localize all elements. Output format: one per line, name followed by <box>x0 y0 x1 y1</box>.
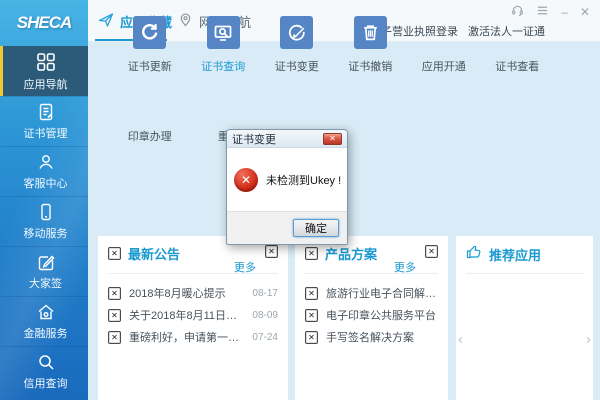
sidebar-item-customer-service[interactable]: 客服中心 <box>0 146 88 196</box>
sidebar-item-financial-services[interactable]: 金融服务 <box>0 296 88 346</box>
panel-title: 产品方案 <box>325 247 378 262</box>
announcement-text: 2018年8月暖心提示 <box>129 288 226 300</box>
smartphone-icon <box>36 202 56 222</box>
sidebar-item-label: 应用导航 <box>23 78 68 91</box>
sidebar-item-label: 金融服务 <box>23 328 68 340</box>
broken-image-icon: ✕ <box>108 286 121 300</box>
sidebar-item-credit-inquiry[interactable]: 信用查询 <box>0 346 88 396</box>
missing-icon <box>501 16 534 49</box>
bank-home-icon <box>36 302 56 322</box>
sidebar-item-label: 大家签 <box>29 278 62 290</box>
app-certificate-query[interactable]: 证书查询 <box>187 16 261 74</box>
sidebar-item-mobile-services[interactable]: 移动服务 <box>0 196 88 246</box>
carousel-prev-arrow[interactable]: ‹ <box>458 331 463 348</box>
panel-header: 推荐应用 <box>466 244 583 274</box>
refresh-icon <box>133 16 167 49</box>
product-item[interactable]: ✕ 旅游行业电子合同解决方案 <box>305 282 438 304</box>
broken-image-icon: ✕ <box>265 245 278 258</box>
close-icon[interactable]: ✕ <box>580 6 590 18</box>
sidebar-item-everyone-sign[interactable]: 大家签 <box>0 246 88 296</box>
panel-header: ✕ 最新公告 ✕ 更多 <box>108 244 278 274</box>
app-seal-handling[interactable]: 印章办理 <box>113 128 187 144</box>
sidebar-item-label: 证书管理 <box>23 128 68 140</box>
more-products-link[interactable]: 更多 <box>394 259 416 275</box>
dialog-footer: 确定 <box>227 211 347 244</box>
panel-header: ✕ 产品方案 ✕ 更多 <box>305 244 438 274</box>
panel-title: 最新公告 <box>128 247 181 262</box>
trash-icon <box>353 16 387 49</box>
panel-title: 推荐应用 <box>489 248 542 263</box>
dialog-title: 证书变更 <box>232 133 276 146</box>
grid-icon <box>35 51 57 73</box>
announcement-item[interactable]: ✕ 重磅利好，申请第一张法人一... 07-24 <box>108 326 278 348</box>
sidebar-item-app-navigation[interactable]: 应用导航 <box>0 46 88 96</box>
broken-image-icon: ✕ <box>305 247 318 260</box>
dialog-close-icon[interactable]: ✕ <box>323 132 342 145</box>
app-label: 应用开通 <box>421 61 466 73</box>
app-label: 证书更新 <box>127 61 172 73</box>
announcements-panel: ✕ 最新公告 ✕ 更多 ✕ 2018年8月暖心提示 08-17 ✕ 关于2018… <box>98 236 288 400</box>
broken-image-icon: ✕ <box>108 330 121 344</box>
app-logo: SHECA <box>0 0 88 46</box>
app-label: 印章办理 <box>127 131 172 143</box>
product-text: 电子印章公共服务平台 <box>326 310 436 322</box>
sidebar-item-certificate-management[interactable]: 证书管理 <box>0 96 88 146</box>
product-text: 手写签名解决方案 <box>326 332 414 344</box>
broken-image-icon: ✕ <box>108 308 121 322</box>
sidebar-item-label: 移动服务 <box>23 228 68 240</box>
sidebar-item-label: 信用查询 <box>23 378 68 390</box>
error-icon: ✕ <box>234 167 258 192</box>
ok-button[interactable]: 确定 <box>293 219 339 237</box>
app-certificate-view[interactable]: 证书查看 <box>481 16 555 74</box>
broken-image-icon: ✕ <box>305 286 318 300</box>
signature-pencil-icon <box>36 252 56 272</box>
app-application-activation[interactable]: 应用开通 <box>407 16 481 74</box>
broken-image-icon: ✕ <box>425 245 438 258</box>
announcement-date: 08-09 <box>252 309 278 321</box>
product-text: 旅游行业电子合同解决方案 <box>326 288 438 300</box>
more-announcements-link[interactable]: 更多 <box>234 259 256 275</box>
minimize-icon[interactable]: – <box>561 6 568 18</box>
logo-text: SHECA <box>16 13 73 32</box>
certificate-document-icon <box>36 102 56 122</box>
product-item[interactable]: ✕ 手写签名解决方案 <box>305 326 438 348</box>
announcement-date: 07-24 <box>252 331 278 343</box>
app-certificate-change[interactable]: 证书变更 <box>260 16 334 74</box>
announcement-item[interactable]: ✕ 2018年8月暖心提示 08-17 <box>108 282 278 304</box>
announcement-item[interactable]: ✕ 关于2018年8月11日系统升级... 08-09 <box>108 304 278 326</box>
broken-image-icon: ✕ <box>305 330 318 344</box>
product-item[interactable]: ✕ 电子印章公共服务平台 <box>305 304 438 326</box>
person-icon <box>36 152 56 172</box>
products-panel: ✕ 产品方案 ✕ 更多 ✕ 旅游行业电子合同解决方案 ✕ 电子印章公共服务平台 … <box>295 236 448 400</box>
app-label: 证书查看 <box>495 61 540 73</box>
dialog-body: ✕ 未检测到Ukey ! <box>227 148 347 211</box>
app-label: 证书撤销 <box>348 61 393 73</box>
pen-circle-icon <box>280 16 314 49</box>
thumbs-up-icon <box>466 244 482 265</box>
dialog-title-bar[interactable]: 证书变更 ✕ <box>227 130 347 148</box>
announcement-text: 关于2018年8月11日系统升级... <box>129 310 245 322</box>
missing-icon <box>427 16 460 49</box>
monitor-search-icon <box>206 16 240 49</box>
sidebar: SHECA 应用导航 证书管理 客服中心 移动服务 大家签 金融服务 信用查询 <box>0 0 88 400</box>
recommended-apps-panel: 推荐应用 ‹ › <box>456 236 593 400</box>
app-certificate-update[interactable]: 证书更新 <box>113 16 187 74</box>
broken-image-icon: ✕ <box>305 308 318 322</box>
carousel-next-arrow[interactable]: › <box>586 331 591 348</box>
announcement-text: 重磅利好，申请第一张法人一... <box>129 332 244 344</box>
dialog-message: 未检测到Ukey ! <box>266 174 342 187</box>
app-label: 证书变更 <box>274 61 319 73</box>
app-grid-row-1: 证书更新 证书查询 证书变更 证书撤销 应用开通 证书查看 <box>88 16 554 74</box>
app-certificate-revoke[interactable]: 证书撤销 <box>334 16 408 74</box>
app-label: 证书查询 <box>201 61 246 73</box>
sidebar-item-label: 客服中心 <box>23 178 68 190</box>
error-dialog: 证书变更 ✕ ✕ 未检测到Ukey ! 确定 <box>226 129 348 245</box>
announcement-date: 08-17 <box>252 287 278 299</box>
magnifier-icon <box>36 352 56 372</box>
broken-image-icon: ✕ <box>108 247 121 260</box>
